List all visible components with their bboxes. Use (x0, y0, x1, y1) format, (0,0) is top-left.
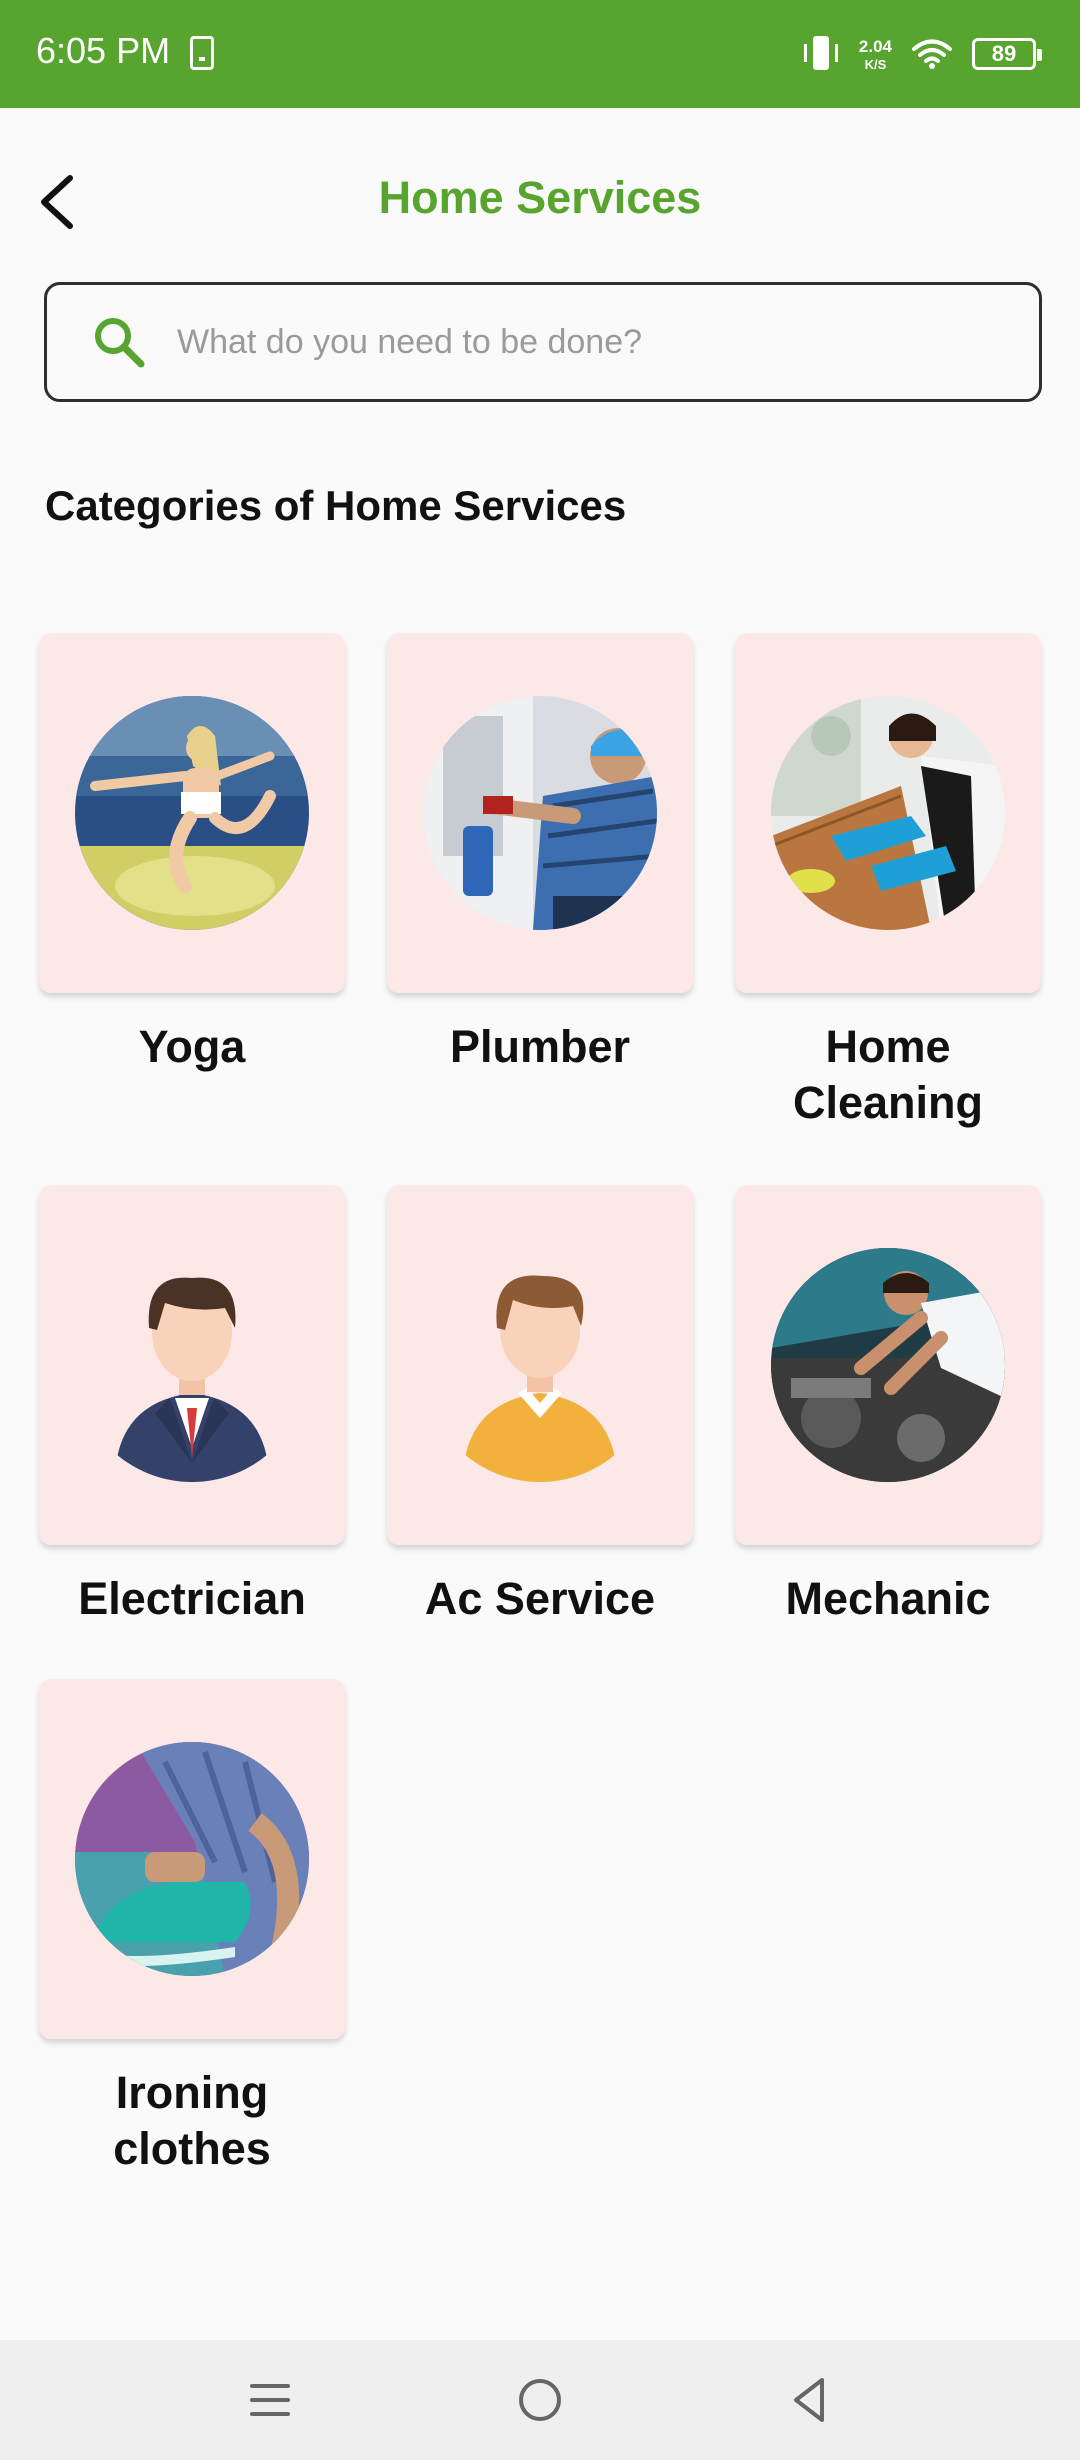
page-title: Home Services (378, 172, 702, 223)
back-triangle-icon[interactable] (780, 2370, 840, 2430)
battery-level: 89 (991, 41, 1017, 66)
ironing-image (75, 1742, 309, 1976)
section-heading: Categories of Home Services (45, 482, 627, 529)
system-nav-bar (0, 2340, 1080, 2460)
search-input[interactable] (177, 322, 997, 362)
category-label: Mechanic (785, 1573, 991, 1624)
menu-icon[interactable] (240, 2370, 300, 2430)
category-card[interactable] (39, 1185, 345, 1545)
category-label: Yoga (138, 1021, 246, 1072)
wifi-icon (912, 39, 952, 69)
mechanic-image (771, 1248, 1005, 1482)
category-label: Plumber (449, 1021, 631, 1072)
category-card[interactable] (387, 633, 693, 993)
category-plumber[interactable]: Plumber (387, 633, 693, 1075)
network-speed: 2.04 K/S (859, 38, 892, 71)
ac-service-avatar-icon (423, 1248, 657, 1482)
category-ac-service[interactable]: Ac Service (387, 1185, 693, 1627)
battery-icon: 89 (972, 38, 1042, 70)
category-card[interactable] (39, 633, 345, 993)
category-label: Home Cleaning (792, 1021, 984, 1128)
category-card[interactable] (735, 1185, 1041, 1545)
plumber-image (423, 696, 657, 930)
search-icon (95, 318, 145, 368)
category-mechanic[interactable]: Mechanic (735, 1185, 1041, 1627)
category-label: Ironing clothes (113, 2067, 271, 2174)
electrician-avatar-icon (75, 1248, 309, 1482)
category-electrician[interactable]: Electrician (39, 1185, 345, 1627)
category-label: Electrician (78, 1573, 306, 1624)
category-card[interactable] (387, 1185, 693, 1545)
category-ironing-clothes[interactable]: Ironing clothes (39, 1679, 345, 2177)
vibrate-icon (803, 34, 839, 74)
status-time: 6:05 PM (36, 30, 171, 71)
download-icon (190, 36, 214, 70)
category-home-cleaning[interactable]: Home Cleaning (735, 633, 1041, 1131)
category-label: Ac Service (424, 1573, 656, 1624)
category-yoga[interactable]: Yoga (39, 633, 345, 1075)
network-speed-unit: K/S (864, 56, 887, 72)
network-speed-value: 2.04 (858, 36, 892, 56)
home-cleaning-image (771, 696, 1005, 930)
search-box[interactable] (44, 282, 1042, 402)
status-bar: 6:05 PM 2.04 K/S 89 (0, 0, 1080, 108)
status-icons: 2.04 K/S 89 (803, 28, 1042, 80)
category-card[interactable] (735, 633, 1041, 993)
yoga-image (75, 696, 309, 930)
category-card[interactable] (39, 1679, 345, 2039)
home-circle-icon[interactable] (510, 2370, 570, 2430)
